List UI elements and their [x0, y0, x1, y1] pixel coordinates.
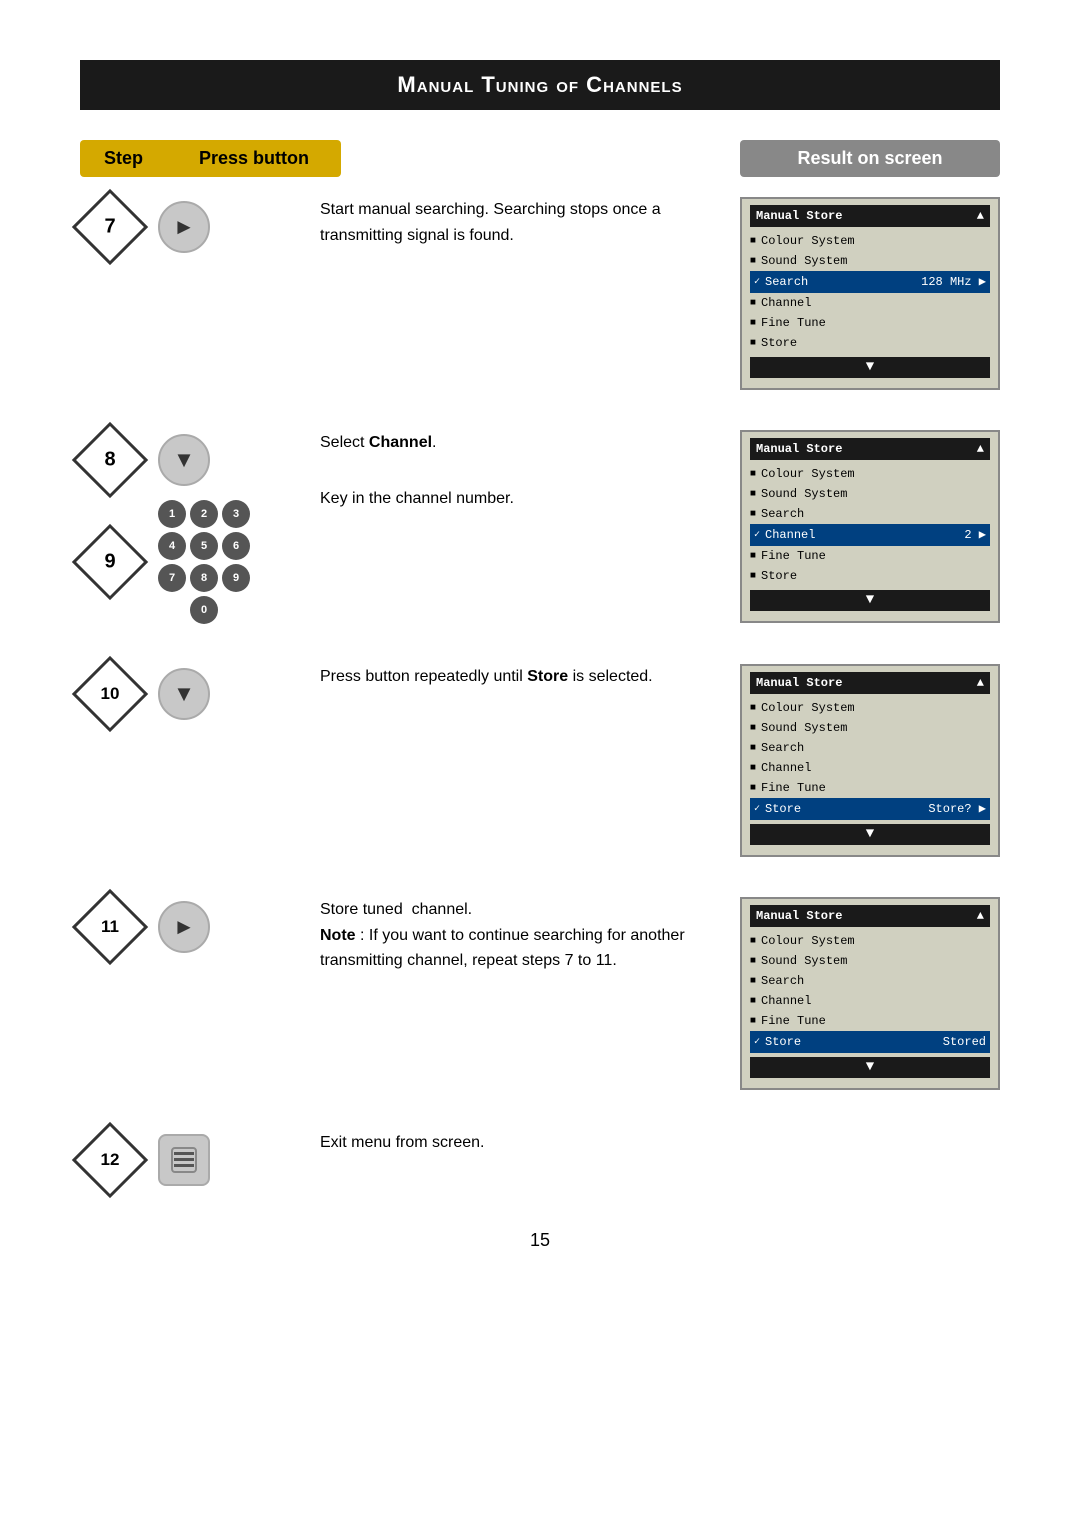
down-arrow-button-10[interactable]: ▼	[158, 668, 210, 720]
step-10-description: Press button repeatedly until Store is s…	[300, 664, 740, 690]
screen-7-row-2: ■Sound System	[750, 251, 990, 271]
header-row: Step Press button Result on screen	[80, 140, 1000, 177]
step-11-left: 11 ►	[80, 897, 300, 957]
step-8-9-left: 8 ▼ 9 1 2 3 4 5 6 7 8 9 0	[80, 430, 300, 624]
numpad-9[interactable]: 9	[222, 564, 250, 592]
screen-11-row-5: ■Fine Tune	[750, 1011, 990, 1031]
step-10-left: 10 ▼	[80, 664, 300, 724]
right-arrow-button-11[interactable]: ►	[158, 901, 210, 953]
step-8-9-description: Select Channel. Key in the channel numbe…	[300, 430, 740, 511]
screen-89-title: Manual Store▲	[750, 438, 990, 460]
screen-11-row-1: ■Colour System	[750, 931, 990, 951]
screen-11-bottom: ▼	[750, 1057, 990, 1078]
step-12-diamond: 12	[80, 1130, 140, 1190]
screen-7-row-3: ✓Search128 MHz ▶	[750, 271, 990, 293]
header-press-label: Press button	[167, 140, 341, 177]
header-step-label: Step	[80, 140, 167, 177]
screen-11-title: Manual Store▲	[750, 905, 990, 927]
page-number: 15	[80, 1230, 1000, 1251]
step-8-row: 8 ▼	[80, 430, 300, 490]
numpad-button-9[interactable]: 1 2 3 4 5 6 7 8 9 0	[158, 500, 250, 624]
screen-7-row-1: ■Colour System	[750, 231, 990, 251]
numpad-0[interactable]: 0	[190, 596, 218, 624]
screen-89-row-1: ■Colour System	[750, 464, 990, 484]
numpad-2[interactable]: 2	[190, 500, 218, 528]
step-11-description: Store tuned channel. Note : If you want …	[300, 897, 740, 974]
screen-10-row-3: ■Search	[750, 738, 990, 758]
screen-11-row-2: ■Sound System	[750, 951, 990, 971]
step-12-left: 12	[80, 1130, 300, 1190]
right-arrow-button-7[interactable]: ►	[158, 201, 210, 253]
screen-10-title: Manual Store▲	[750, 672, 990, 694]
down-arrow-button-8[interactable]: ▼	[158, 434, 210, 486]
numpad-6[interactable]: 6	[222, 532, 250, 560]
screen-10-row-6: ✓StoreStore? ▶	[750, 798, 990, 820]
screen-10-row-1: ■Colour System	[750, 698, 990, 718]
step-10-diamond: 10	[80, 664, 140, 724]
step-7-screen: Manual Store▲ ■Colour System ■Sound Syst…	[740, 197, 1000, 390]
step-row-12: 12 Exit menu from screen.	[80, 1130, 1000, 1190]
screen-7-row-4: ■Channel	[750, 293, 990, 313]
screen-10-row-2: ■Sound System	[750, 718, 990, 738]
menu-icon	[170, 1146, 198, 1174]
step-12-description: Exit menu from screen.	[300, 1130, 740, 1156]
screen-11-row-3: ■Search	[750, 971, 990, 991]
screen-7-row-5: ■Fine Tune	[750, 313, 990, 333]
step-7-diamond: 7	[80, 197, 140, 257]
screen-7-bottom: ▼	[750, 357, 990, 378]
step-7-left: 7 ►	[80, 197, 300, 257]
step-row-11: 11 ► Store tuned channel. Note : If you …	[80, 897, 1000, 1090]
screen-11-row-6: ✓StoreStored	[750, 1031, 990, 1053]
screen-89-bottom: ▼	[750, 590, 990, 611]
screen-11-row-4: ■Channel	[750, 991, 990, 1011]
step-11-screen: Manual Store▲ ■Colour System ■Sound Syst…	[740, 897, 1000, 1090]
screen-7-title: Manual Store▲	[750, 205, 990, 227]
step-row-10: 10 ▼ Press button repeatedly until Store…	[80, 664, 1000, 857]
step-row-8-9: 8 ▼ 9 1 2 3 4 5 6 7 8 9 0 Select Chan	[80, 430, 1000, 624]
screen-89-row-4: ✓Channel2 ▶	[750, 524, 990, 546]
numpad-3[interactable]: 3	[222, 500, 250, 528]
step-8-9-screen: Manual Store▲ ■Colour System ■Sound Syst…	[740, 430, 1000, 623]
numpad-7[interactable]: 7	[158, 564, 186, 592]
numpad-1[interactable]: 1	[158, 500, 186, 528]
screen-10-bottom: ▼	[750, 824, 990, 845]
screen-89-row-5: ■Fine Tune	[750, 546, 990, 566]
numpad-8[interactable]: 8	[190, 564, 218, 592]
step-9-row: 9 1 2 3 4 5 6 7 8 9 0	[80, 500, 300, 624]
step-8-diamond: 8	[80, 430, 140, 490]
step-9-diamond: 9	[80, 532, 140, 592]
screen-10-row-5: ■Fine Tune	[750, 778, 990, 798]
screen-89-row-3: ■Search	[750, 504, 990, 524]
header-result-label: Result on screen	[740, 140, 1000, 177]
screen-89-row-6: ■Store	[750, 566, 990, 586]
page-title: Manual Tuning of Channels	[80, 60, 1000, 110]
screen-10-row-4: ■Channel	[750, 758, 990, 778]
numpad-4[interactable]: 4	[158, 532, 186, 560]
screen-7-row-6: ■Store	[750, 333, 990, 353]
numpad-5[interactable]: 5	[190, 532, 218, 560]
step-7-description: Start manual searching. Searching stops …	[300, 197, 740, 248]
menu-button-12[interactable]	[158, 1134, 210, 1186]
step-row-7: 7 ► Start manual searching. Searching st…	[80, 197, 1000, 390]
step-11-diamond: 11	[80, 897, 140, 957]
step-10-screen: Manual Store▲ ■Colour System ■Sound Syst…	[740, 664, 1000, 857]
screen-89-row-2: ■Sound System	[750, 484, 990, 504]
